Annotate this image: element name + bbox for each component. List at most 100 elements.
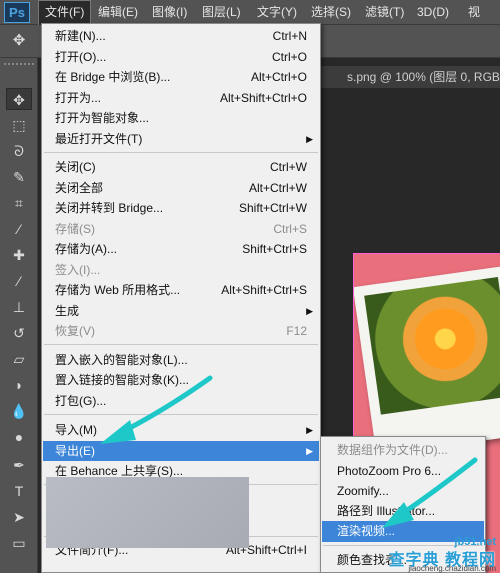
menu-item-label: 关闭(C) [55,160,96,174]
menu-item-label: 关闭全部 [55,181,104,195]
menu-item-place-embedded[interactable]: 置入嵌入的智能对象(L)... [43,350,319,370]
menu-select[interactable]: 选择(S) [305,0,357,25]
brush-tool-icon[interactable]: ∕ [6,270,32,292]
move-tool-icon[interactable]: ✥ [6,88,32,110]
document-tab[interactable]: s.png @ 100% (图层 0, RGB/8) [319,66,500,88]
menu-item-check-in[interactable]: 签入(I)... [43,260,319,280]
submenu-item-color-lookup[interactable]: 颜色查找表... [322,550,484,571]
submenu-arrow-icon: ▶ [306,446,313,456]
menu-item-save-for-web[interactable]: 存储为 Web 所用格式... Alt+Shift+Ctrl+S [43,280,319,300]
menu-item-label: 在 Bridge 中浏览(B)... [55,70,171,84]
type-tool-icon[interactable]: T [6,480,32,502]
menu-item-generate[interactable]: 生成 ▶ [43,301,319,321]
menu-separator [44,344,318,345]
menu-item-label: 存储(S) [55,222,95,236]
eyedropper-tool-icon[interactable]: ⁄ [6,218,32,240]
menu-item-recent-files[interactable]: 最近打开文件(T) ▶ [43,129,319,149]
menu-item-shortcut: Alt+Ctrl+O [250,70,307,84]
menu-item-export[interactable]: 导出(E) ▶ [43,441,319,461]
submenu-item-photozoom[interactable]: PhotoZoom Pro 6... [322,461,484,482]
history-brush-tool-icon[interactable]: ↺ [6,322,32,344]
submenu-arrow-icon: ▶ [306,425,313,435]
menu-item-label: 打开(O)... [55,50,107,64]
menu-item-label: 导入(M) [55,423,97,437]
menu-item-shortcut: Ctrl+W [270,160,307,174]
move-tool-icon[interactable]: ✥ [8,31,30,51]
menu-item-label: 打开为智能对象... [55,111,150,125]
paint-bucket-tool-icon[interactable]: ◗ [6,374,32,396]
dodge-tool-icon[interactable]: ● [6,426,32,448]
menu-item-label: 生成 [55,304,80,318]
menu-item-label: 最近打开文件(T) [55,132,143,146]
eraser-tool-icon[interactable]: ▱ [6,348,32,370]
menu-item-label: 置入嵌入的智能对象(L)... [55,353,188,367]
panel-grip[interactable] [4,63,34,69]
menu-item-shortcut: Shift+Ctrl+S [242,242,307,256]
menu-item-browse-bridge[interactable]: 在 Bridge 中浏览(B)... Alt+Ctrl+O [43,67,319,87]
submenu-item-data-sets[interactable]: 数据组作为文件(D)... [322,440,484,461]
menu-type[interactable]: 文字(Y) [251,0,303,25]
menu-layer[interactable]: 图层(L) [196,0,247,25]
menu-item-label: 打包(G)... [55,394,107,408]
menu-filter[interactable]: 滤镜(T) [359,0,410,25]
menu-separator [44,414,318,415]
healing-brush-tool-icon[interactable]: ✚ [6,244,32,266]
submenu-item-label: Zoomify... [337,484,389,498]
menu-item-shortcut: F12 [286,324,307,338]
menu-item-open-smart-object[interactable]: 打开为智能对象... [43,108,319,128]
submenu-arrow-icon: ▶ [306,306,313,316]
flower-photo [364,276,500,415]
menu-item-label: 置入链接的智能对象(K)... [55,373,189,387]
menu-image[interactable]: 图像(I) [146,0,193,25]
menu-item-new[interactable]: 新建(N)... Ctrl+N [43,26,319,46]
menu-item-label: 关闭并转到 Bridge... [55,201,164,215]
menu-item-shortcut: Ctrl+O [271,50,307,64]
blur-tool-icon[interactable]: 💧 [6,400,32,422]
menu-item-place-linked[interactable]: 置入链接的智能对象(K)... [43,370,319,390]
submenu-item-paths-illustrator[interactable]: 路径到 Illustrator... [322,501,484,522]
menu-item-label: 存储为 Web 所用格式... [55,283,181,297]
menu-item-save[interactable]: 存储(S) Ctrl+S [43,219,319,239]
menu-item-close-go-bridge[interactable]: 关闭并转到 Bridge... Shift+Ctrl+W [43,198,319,218]
menu-item-label: 存储为(A)... [55,242,117,256]
menu-item-close-all[interactable]: 关闭全部 Alt+Ctrl+W [43,178,319,198]
photoshop-window: { "app": { "logo": "Ps" }, "menubar": [ … [0,0,500,573]
menu-edit[interactable]: 编辑(E) [92,0,144,25]
submenu-item-label: 数据组作为文件(D)... [337,443,448,457]
menu-item-open-as[interactable]: 打开为... Alt+Shift+Ctrl+O [43,88,319,108]
submenu-item-render-video[interactable]: 渲染视频... [322,521,484,542]
photoshop-logo: Ps [4,2,30,23]
menu-3d[interactable]: 3D(D) [411,0,455,25]
photo-frame [354,266,500,456]
menu-file[interactable]: 文件(F) [38,0,92,25]
menu-item-shortcut: Alt+Shift+Ctrl+S [221,283,307,297]
submenu-item-label: 路径到 Illustrator... [337,504,436,518]
submenu-arrow-icon: ▶ [306,134,313,144]
menu-item-open[interactable]: 打开(O)... Ctrl+O [43,47,319,67]
menu-bar: Ps 文件(F) 编辑(E) 图像(I) 图层(L) 文字(Y) 选择(S) 滤… [0,0,500,25]
redacted-area [46,477,249,548]
menu-item-label: 恢复(V) [55,324,95,338]
menu-item-save-as[interactable]: 存储为(A)... Shift+Ctrl+S [43,239,319,259]
tools-panel: ✥ ⬚ ᘐ ✎ ⌗ ⁄ ✚ ∕ ⊥ ↺ ▱ ◗ 💧 ● ✒ T ➤ ▭ [0,58,38,573]
shape-tool-icon[interactable]: ▭ [6,532,32,554]
menu-view[interactable]: 视 [462,0,486,25]
marquee-tool-icon[interactable]: ⬚ [6,114,32,136]
clone-stamp-tool-icon[interactable]: ⊥ [6,296,32,318]
submenu-item-label: PhotoZoom Pro 6... [337,464,442,478]
menu-item-label: 打开为... [55,91,102,105]
submenu-item-zoomify[interactable]: Zoomify... [322,481,484,502]
lasso-tool-icon[interactable]: ᘐ [6,140,32,162]
menu-separator [323,545,483,546]
quick-select-tool-icon[interactable]: ✎ [6,166,32,188]
export-submenu: 数据组作为文件(D)... PhotoZoom Pro 6... Zoomify… [320,436,486,573]
crop-tool-icon[interactable]: ⌗ [6,192,32,214]
menu-item-close[interactable]: 关闭(C) Ctrl+W [43,157,319,177]
submenu-item-label: 渲染视频... [337,524,396,538]
path-select-tool-icon[interactable]: ➤ [6,506,32,528]
menu-item-shortcut: Ctrl+N [272,29,307,43]
menu-item-revert[interactable]: 恢复(V) F12 [43,321,319,341]
menu-item-import[interactable]: 导入(M) ▶ [43,420,319,440]
pen-tool-icon[interactable]: ✒ [6,454,32,476]
menu-item-package[interactable]: 打包(G)... [43,391,319,411]
